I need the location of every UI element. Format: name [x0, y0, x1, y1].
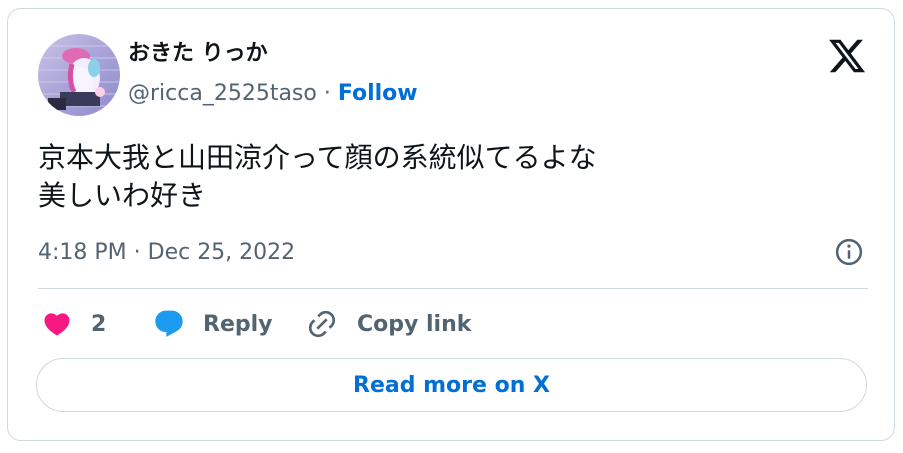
tweet-text: 京本大我と山田涼介って顔の系統似てるよな 美しいわ好き — [38, 139, 868, 215]
avatar-image — [38, 34, 120, 116]
handle-separator: · — [316, 81, 338, 106]
reply-label: Reply — [203, 311, 273, 337]
reply-button[interactable]: Reply — [153, 306, 273, 342]
read-more-button[interactable]: Read more on X — [36, 358, 867, 412]
display-name[interactable]: おきた りっか — [128, 40, 268, 68]
divider — [38, 288, 868, 289]
avatar[interactable] — [38, 34, 120, 116]
like-count: 2 — [91, 311, 107, 337]
copy-link-label: Copy link — [357, 311, 472, 337]
handle-row: @ricca_2525taso · Follow — [128, 79, 418, 109]
like-button[interactable]: 2 — [42, 306, 106, 342]
tweet-timestamp[interactable]: 4:18 PM · Dec 25, 2022 — [38, 238, 295, 268]
tweet-text-line-2: 美しいわ好き — [38, 179, 207, 212]
heart-icon — [44, 313, 70, 336]
link-icon — [308, 310, 336, 338]
user-handle[interactable]: @ricca_2525taso — [128, 81, 317, 106]
follow-button[interactable]: Follow — [338, 81, 418, 106]
copy-link-button[interactable]: Copy link — [306, 306, 471, 342]
x-logo-icon[interactable] — [827, 36, 867, 76]
tweet-text-line-1: 京本大我と山田涼介って顔の系統似てるよな — [38, 141, 597, 174]
embedded-tweet-card: おきた りっか @ricca_2525taso · Follow 京本大我と山田… — [7, 8, 895, 441]
info-icon[interactable] — [834, 237, 864, 267]
speech-bubble-icon — [155, 310, 183, 337]
